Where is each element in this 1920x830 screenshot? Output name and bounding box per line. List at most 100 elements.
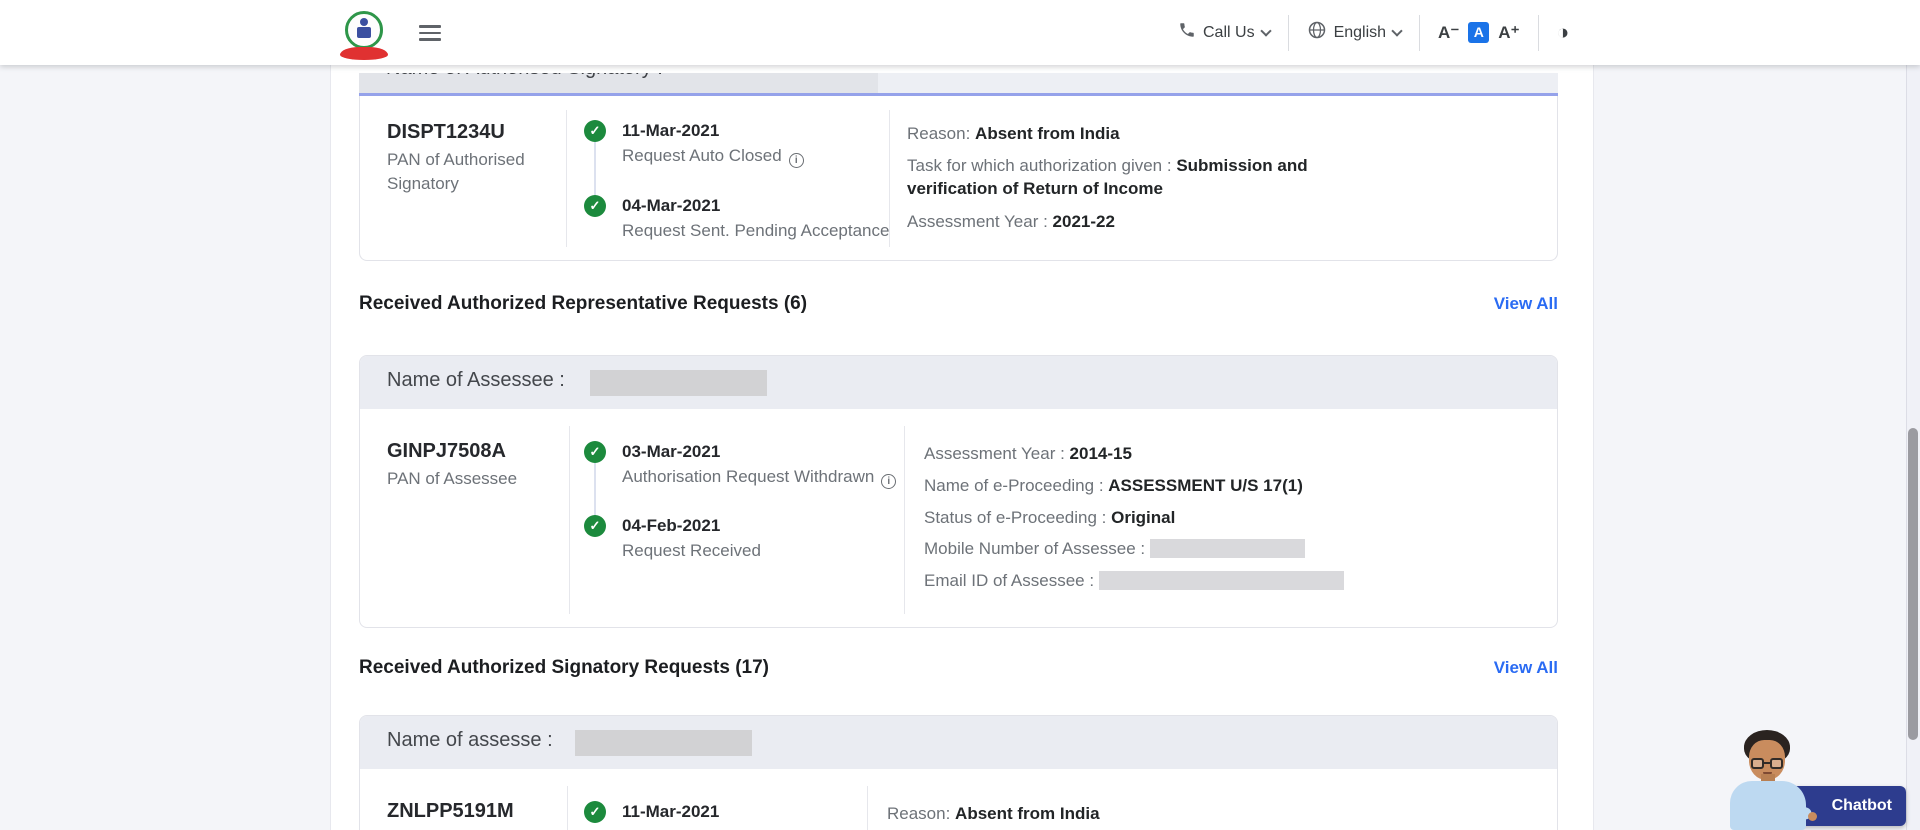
globe-icon	[1307, 20, 1327, 45]
call-us-button[interactable]: Call Us	[1178, 21, 1272, 44]
pan-label: PAN of Assessee	[387, 469, 518, 488]
timeline-status: Request Received	[622, 541, 761, 561]
pan-number: GINPJ7508A	[387, 440, 506, 462]
pan-label: PAN of Authorised Signatory	[387, 150, 525, 193]
assessee-name-label: Name of assesse :	[387, 729, 553, 751]
call-us-label: Call Us	[1203, 23, 1255, 41]
timeline-date: 03-Mar-2021	[622, 442, 721, 461]
chevron-down-icon	[1391, 24, 1403, 37]
column-divider	[567, 786, 568, 830]
detail-row: Assessment Year : 2014-15	[924, 442, 1539, 465]
check-circle-icon: ✓	[584, 515, 606, 537]
detail-label: Status of e-Proceeding :	[924, 508, 1112, 527]
detail-label: Email ID of Assessee :	[924, 571, 1099, 590]
header-divider	[1419, 14, 1421, 51]
hamburger-menu-icon[interactable]	[419, 24, 443, 42]
detail-label: Mobile Number of Assessee :	[924, 539, 1150, 558]
timeline-date: 04-Feb-2021	[622, 516, 721, 535]
request-card-signatory: Name of assesse : ZNLPP5191M PAN of Asse…	[359, 715, 1558, 830]
clipped-band-text: Name of Authorised Signatory :	[386, 73, 663, 80]
redacted-name	[590, 370, 767, 396]
income-tax-dept-logo	[340, 11, 388, 63]
contrast-toggle-icon[interactable]: ◑	[1557, 22, 1570, 43]
detail-label: Reason:	[887, 804, 956, 823]
detail-row: Name of e-Proceeding : ASSESSMENT U/S 17…	[924, 474, 1539, 497]
avatar-hand	[1808, 812, 1817, 821]
redacted-value	[1149, 539, 1305, 558]
timeline-status-text: Request Auto Closed	[622, 146, 782, 165]
column-divider	[889, 110, 890, 247]
timeline-status-text: Request Sent. Pending Acceptance	[622, 221, 890, 240]
timeline-status: Request Sent. Pending Acceptance	[622, 221, 889, 241]
detail-row: Reason: Absent from India	[907, 122, 1389, 145]
detail-row: Status of e-Proceeding : Original	[924, 506, 1539, 529]
assessee-name-band: Name of assesse :	[360, 716, 1557, 769]
detail-value: Absent from India	[975, 124, 1120, 143]
language-button[interactable]: English	[1307, 20, 1403, 45]
font-size-increase-button[interactable]: A⁺	[1498, 23, 1519, 43]
timeline-date: 11-Mar-2021	[622, 121, 720, 140]
detail-value: 2021-22	[1052, 212, 1115, 231]
column-divider	[566, 110, 567, 247]
timeline-status-text: Authorisation Request Withdrawn	[622, 467, 875, 486]
detail-value: 2014-15	[1069, 444, 1132, 463]
phone-icon	[1178, 21, 1196, 44]
timeline-date: 04-Mar-2021	[622, 196, 721, 215]
logo-emblem	[360, 18, 368, 26]
font-size-decrease-button[interactable]: A⁻	[1438, 23, 1459, 43]
chevron-down-icon	[1259, 24, 1272, 37]
section-heading-row: Received Authorized Signatory Requests (…	[359, 655, 1558, 681]
scrollbar-thumb[interactable]	[1908, 428, 1918, 740]
detail-label: Assessment Year :	[924, 444, 1070, 463]
view-all-link[interactable]: View All	[1494, 294, 1558, 314]
timeline-connector	[594, 463, 596, 516]
timeline-date: 11-Mar-2021	[622, 802, 720, 821]
timeline-status-text: Request Received	[622, 541, 761, 560]
logo-ribbon	[340, 47, 388, 60]
section-heading-row: Received Authorized Representative Reque…	[359, 291, 1558, 317]
column-divider	[904, 426, 905, 614]
assessee-name-band: Name of Assessee :	[360, 356, 1557, 409]
avatar-glasses	[1770, 758, 1783, 769]
app-header: Call Us English A⁻ A A⁺ ◑	[0, 0, 1920, 65]
avatar-glasses-bridge	[1764, 762, 1770, 764]
detail-row: Mobile Number of Assessee :	[924, 537, 1539, 560]
header-divider	[1537, 14, 1539, 51]
font-size-controls: A⁻ A A⁺	[1438, 22, 1520, 43]
column-divider	[569, 426, 570, 614]
main-content: Name of Authorised Signatory : DISPT1234…	[330, 65, 1594, 830]
pan-number: ZNLPP5191M	[387, 800, 514, 822]
info-icon[interactable]: i	[881, 474, 897, 489]
timeline-connector	[594, 142, 596, 195]
assessee-name-label: Name of Assessee :	[387, 369, 565, 391]
chatbot-avatar[interactable]	[1726, 728, 1817, 830]
avatar-glasses	[1751, 758, 1764, 769]
redacted-value	[1098, 571, 1344, 590]
detail-label: Name of e-Proceeding :	[924, 476, 1109, 495]
check-circle-icon: ✓	[584, 195, 606, 217]
detail-label: Assessment Year :	[907, 212, 1053, 231]
font-size-default-button[interactable]: A	[1468, 22, 1490, 43]
request-card-authorised-signatory: DISPT1234U PAN of Authorised Signatory ✓…	[359, 96, 1558, 261]
check-circle-icon: ✓	[584, 120, 606, 142]
redacted-name	[575, 730, 752, 756]
header-controls: Call Us English A⁻ A A⁺ ◑	[1178, 0, 1569, 65]
section-title: Received Authorized Representative Reque…	[359, 293, 808, 314]
section-title: Received Authorized Signatory Requests (…	[359, 657, 770, 678]
language-label: English	[1333, 23, 1387, 41]
info-icon[interactable]: i	[788, 153, 804, 168]
timeline-status: Authorisation Request Withdrawn i	[622, 467, 897, 489]
detail-row: Email ID of Assessee :	[924, 569, 1539, 592]
page: Call Us English A⁻ A A⁺ ◑ DISPT1234U PAN…	[0, 0, 1920, 830]
detail-label: Task for which authorization given :	[907, 156, 1177, 175]
detail-row: Reason: Absent from India	[887, 802, 1527, 825]
logo-emblem-base	[357, 27, 371, 38]
check-circle-icon: ✓	[584, 441, 606, 463]
detail-value: ASSESSMENT U/S 17(1)	[1108, 476, 1303, 495]
detail-label: Reason:	[907, 124, 976, 143]
view-all-link[interactable]: View All	[1494, 658, 1558, 678]
detail-value: Original	[1111, 508, 1176, 527]
check-circle-icon: ✓	[584, 801, 606, 823]
request-card-representative: Name of Assessee : GINPJ7508A PAN of Ass…	[359, 355, 1558, 628]
detail-value: Absent from India	[955, 804, 1100, 823]
